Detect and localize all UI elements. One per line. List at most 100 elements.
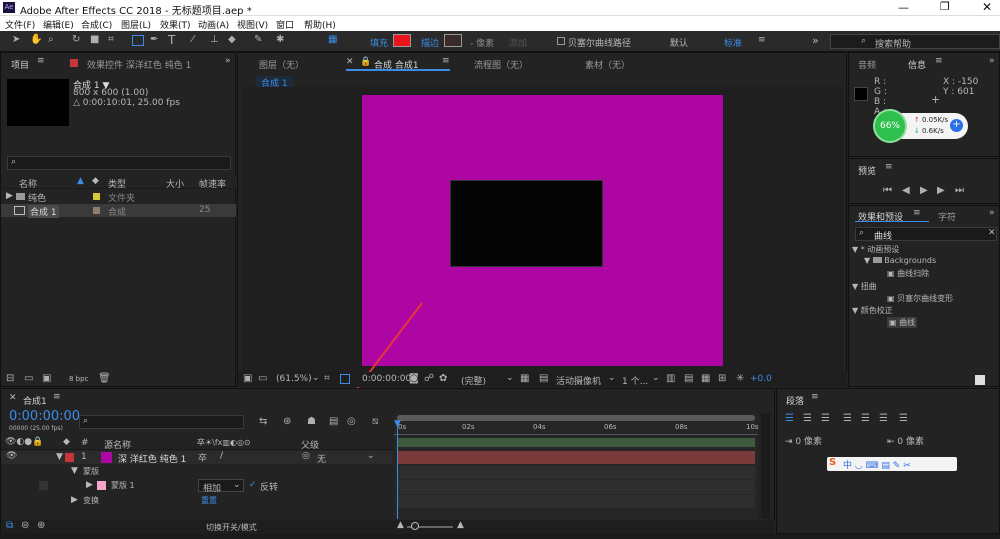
minimize-icon[interactable]: — [898, 1, 909, 14]
col-source-name[interactable]: 源名称 [104, 438, 131, 451]
tree-item[interactable]: ▼ Backgrounds [864, 256, 936, 265]
views-dropdown[interactable]: 1 个... [622, 374, 648, 387]
camera-dropdown[interactable]: 活动摄像机 [556, 374, 601, 387]
play-icon[interactable]: ▶ [920, 186, 928, 196]
playhead[interactable] [397, 421, 398, 519]
monitor-icon[interactable]: ▭ [258, 374, 267, 384]
menu-window[interactable]: 窗口 [276, 18, 294, 31]
comp-viewer[interactable] [242, 87, 843, 484]
col-fps[interactable]: 帧速率 [199, 177, 226, 190]
new-comp-icon[interactable]: ▣ [42, 374, 51, 384]
justify-left-icon[interactable]: ☰ [843, 414, 852, 424]
tree-item[interactable]: ▼ 颜色校正 [852, 305, 893, 316]
justify-center-icon[interactable]: ☰ [861, 414, 870, 424]
puppet-tool-icon[interactable]: ✱ [276, 35, 284, 45]
pen-tool-icon[interactable]: ✒ [150, 35, 158, 45]
toggle-switches-modes[interactable]: 切换开关/模式 [206, 522, 257, 533]
mask-mode-dropdown[interactable]: 相加 ⌄ [198, 479, 244, 494]
tab-flowchart[interactable]: 流程图（无） [474, 58, 528, 71]
timeline-scrollbar[interactable] [761, 413, 770, 519]
eraser-tool-icon[interactable]: ◆ [228, 35, 236, 45]
clear-search-icon[interactable]: ✕ [988, 228, 996, 238]
comp-mini-flowchart-icon[interactable]: ⇆ [259, 417, 267, 427]
chevron-down-icon[interactable]: ⌄ [608, 373, 616, 383]
visibility-eye-icon[interactable]: 👁 [6, 451, 17, 461]
indent-right-value[interactable]: ⇤ 0 像素 [887, 434, 924, 447]
draft-3d-icon[interactable]: ⊛ [283, 417, 291, 427]
last-frame-icon[interactable]: ⏭ [955, 186, 964, 196]
toggle-pixel-icon[interactable]: ▥ [666, 374, 675, 384]
bpc-label[interactable]: 8 bpc [69, 375, 88, 383]
resize-grip-icon[interactable] [975, 375, 985, 385]
rotate-tool-icon[interactable]: ↻ [72, 35, 80, 45]
expand-arrow-icon[interactable]: ▶ [6, 191, 13, 201]
layer-name[interactable]: 深 洋红色 纯色 1 [118, 452, 186, 465]
more-workspaces-icon[interactable]: » [812, 34, 819, 47]
show-snapshot-icon[interactable]: ☍ [424, 374, 434, 384]
close-tab-icon[interactable]: ✕ [346, 57, 354, 67]
flowchart-icon[interactable]: ⊞ [718, 374, 726, 384]
expand-arrow-icon[interactable]: ▶ [86, 480, 93, 490]
tab-character[interactable]: 字符 [938, 210, 956, 223]
panel-menu-icon[interactable]: ≡ [53, 392, 61, 402]
color-channel-icon[interactable]: ✿ [439, 374, 447, 384]
type-tool-icon[interactable]: T [168, 34, 175, 46]
interpret-footage-icon[interactable]: ⊟ [6, 374, 14, 384]
panel-menu-icon[interactable]: ≡ [37, 56, 45, 66]
prev-frame-icon[interactable]: ◀ [902, 186, 910, 196]
hand-tool-icon[interactable]: ✋ [30, 35, 42, 45]
search-help-field[interactable]: ⌕ 搜索帮助 [830, 34, 1000, 50]
exposure-value[interactable]: +0.0 [750, 374, 772, 384]
fast-preview-icon[interactable]: ▤ [684, 374, 693, 384]
menu-layer[interactable]: 图层(L) [121, 18, 151, 31]
chevron-down-icon[interactable]: ⌄ [652, 373, 660, 383]
more-tabs-icon[interactable]: » [225, 56, 231, 66]
tab-layer[interactable]: 图层（无） [259, 58, 304, 71]
first-frame-icon[interactable]: ⏮ [883, 186, 892, 196]
layer-duration-bar[interactable] [397, 451, 755, 464]
col-size[interactable]: 大小 [166, 177, 184, 190]
boost-plus-icon[interactable]: + [950, 119, 963, 132]
stroke-label[interactable]: 描边 [421, 36, 439, 49]
pan-behind-tool-icon[interactable]: ⌗ [108, 35, 114, 45]
brush-tool-icon[interactable]: ⁄ [192, 35, 194, 45]
align-left-icon[interactable]: ☰ [785, 414, 794, 424]
tab-footage[interactable]: 素材（无） [585, 58, 630, 71]
camera-tool-icon[interactable]: ■ [90, 35, 99, 45]
align-icon[interactable]: ▦ [328, 35, 337, 45]
motion-blur-icon[interactable]: ◎ [347, 417, 356, 427]
rectangle-tool-icon[interactable] [132, 35, 144, 46]
tree-item[interactable]: ▣ 贝塞尔曲线变形 [887, 293, 953, 304]
workspace-default[interactable]: 默认 [670, 36, 688, 49]
magenta-solid-layer[interactable] [362, 95, 723, 366]
workspace-menu-icon[interactable]: ≡ [758, 35, 766, 45]
project-item-folder[interactable]: ▶ 纯色 文件夹 [1, 190, 236, 204]
tab-info[interactable]: 信息 [908, 58, 926, 71]
panel-menu-icon[interactable]: ≡ [885, 162, 893, 172]
view-layout-icon[interactable]: ▤ [539, 374, 548, 384]
work-area-bar[interactable] [397, 415, 755, 421]
mask-name[interactable]: 蒙版 1 [111, 480, 135, 491]
zoom-dropdown[interactable]: (61.5%) [276, 374, 312, 384]
tree-item-selected[interactable]: ▣ 曲线 [887, 317, 918, 328]
zoom-out-icon[interactable]: ▲ [397, 520, 404, 530]
parent-dropdown[interactable]: 无 [317, 452, 326, 465]
transfer-controls-icon[interactable]: ⊜ [21, 521, 29, 531]
justify-right-icon[interactable]: ☰ [879, 414, 888, 424]
panel-menu-icon[interactable]: ≡ [811, 392, 819, 402]
fill-label[interactable]: 填充 [370, 36, 388, 49]
close-tab-icon[interactable]: ✕ [9, 393, 17, 403]
zoom-tool-icon[interactable]: ⌕ [48, 35, 54, 45]
project-search-input[interactable]: ⌕ [7, 156, 231, 170]
transparency-grid-icon[interactable]: ▦ [520, 374, 529, 384]
resolution-icon[interactable]: ⌗ [324, 374, 330, 384]
chevron-down-icon[interactable]: ⌄ [367, 451, 375, 461]
tree-item[interactable]: ▼ 扭曲 [852, 281, 877, 292]
time-ruler[interactable]: 0s 02s 04s 06s 08s 10s [394, 423, 759, 435]
tree-item[interactable]: ▼ * 动画预设 [852, 244, 899, 255]
layer-row[interactable]: 👁 ▼ 1 深 洋红色 纯色 1 卒 / ◎ 无 ⌄ [1, 451, 393, 465]
snapshot-icon[interactable]: ◙ [409, 374, 419, 384]
chevron-down-icon[interactable]: ⌄ [506, 373, 514, 383]
floating-widget[interactable]: S 中 ◡ ⌨ ▤ ✎ ✂ [827, 457, 957, 471]
col-parent[interactable]: 父级 [301, 438, 319, 451]
